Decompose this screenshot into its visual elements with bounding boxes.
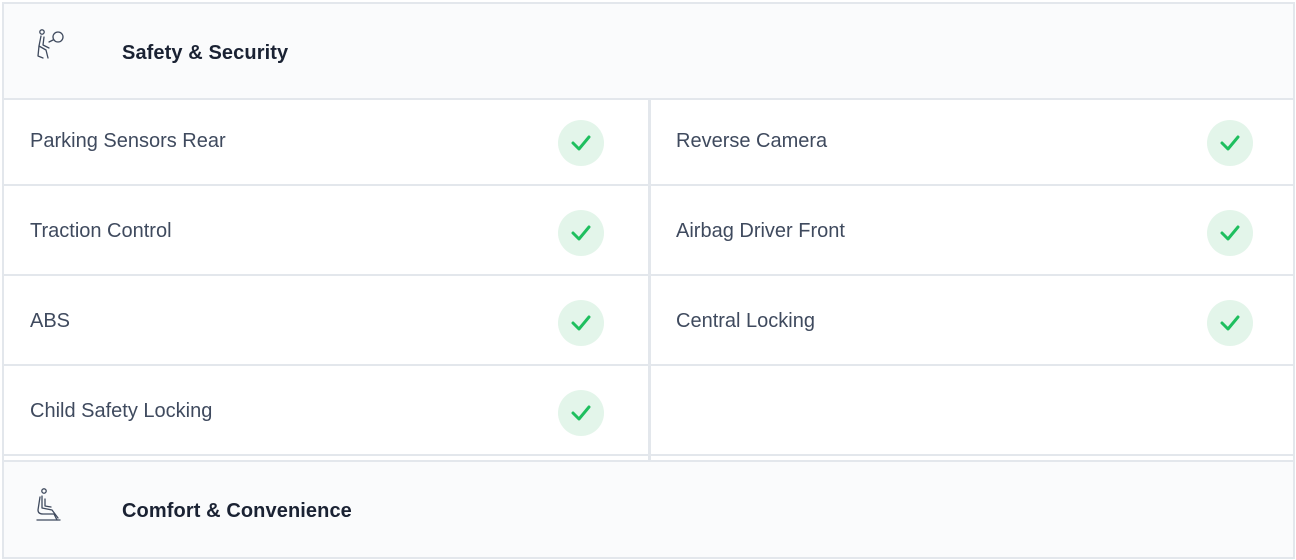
feature-item: Traction Control <box>4 188 648 276</box>
check-icon <box>558 120 604 166</box>
empty-cell <box>651 368 1295 456</box>
features-grid: Parking Sensors Rear Reverse Camera Trac… <box>2 98 1295 462</box>
feature-label: Central Locking <box>676 310 815 332</box>
feature-label: Airbag Driver Front <box>676 220 845 242</box>
check-icon <box>558 300 604 346</box>
feature-item: Reverse Camera <box>651 98 1295 186</box>
airbag-icon <box>34 28 66 68</box>
feature-label: Reverse Camera <box>676 130 828 152</box>
section-header-safety[interactable]: Safety & Security <box>2 2 1295 100</box>
section-title: Comfort & Convenience <box>122 500 352 522</box>
check-icon <box>558 390 604 436</box>
check-icon <box>558 210 604 256</box>
feature-item: Parking Sensors Rear <box>4 98 648 186</box>
feature-item: ABS <box>4 278 648 366</box>
feature-label: Traction Control <box>30 220 172 242</box>
feature-label: ABS <box>30 310 71 332</box>
check-icon <box>1207 300 1253 346</box>
feature-label: Child Safety Locking <box>30 400 213 422</box>
section-title: Safety & Security <box>122 42 289 64</box>
check-icon <box>1207 120 1253 166</box>
feature-item: Central Locking <box>651 278 1295 366</box>
feature-item: Child Safety Locking <box>4 368 648 456</box>
check-icon <box>1207 210 1253 256</box>
section-header-comfort[interactable]: Comfort & Convenience <box>2 460 1295 559</box>
feature-item: Airbag Driver Front <box>651 188 1295 276</box>
car-seat-icon <box>34 486 66 526</box>
feature-label: Parking Sensors Rear <box>30 130 226 152</box>
features-panel: Safety & Security Parking Sensors Rear R… <box>0 0 1296 560</box>
